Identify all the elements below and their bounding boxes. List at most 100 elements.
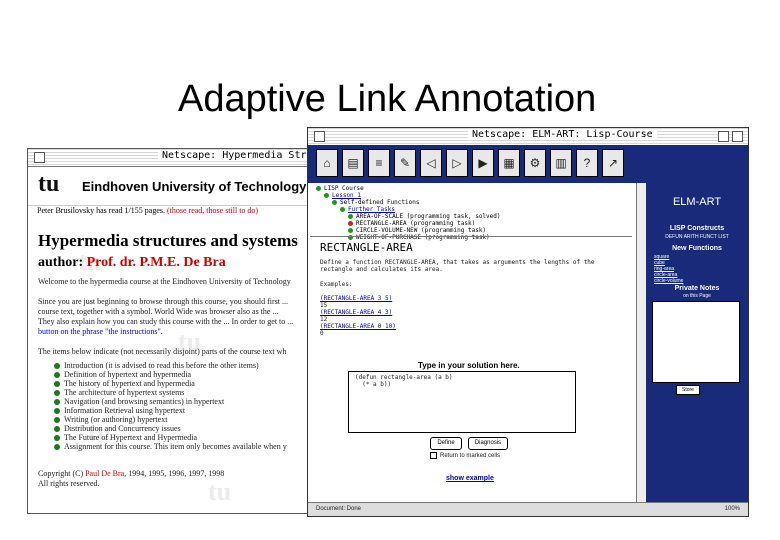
toc-item[interactable]: Assignment for this course. This item on… (54, 442, 287, 451)
author-label: author: (38, 255, 84, 270)
tree-item[interactable]: LISP Course (316, 185, 501, 192)
right-window-title: Netscape: ELM-ART: Lisp-Course (468, 129, 657, 140)
toc-item[interactable]: Information Retrieval using hypertext (54, 406, 287, 415)
pages-read-line: Peter Brusilovsky has read 1/155 pages. … (37, 206, 258, 215)
solution-textarea[interactable]: (defun rectangle-area (a b) (* a b)) (348, 371, 576, 433)
back-icon[interactable]: ◁ (420, 149, 442, 177)
example-result: 0 (320, 330, 324, 337)
store-button[interactable]: Store (676, 385, 700, 395)
exit-icon[interactable]: ↗ (602, 149, 624, 177)
right-titlebar[interactable]: Netscape: ELM-ART: Lisp-Course (308, 128, 748, 146)
tree-item-label: RECTANGLE-AREA (programming task) (356, 220, 476, 227)
tree-item[interactable]: Lesson 1 (316, 192, 501, 199)
toc-item[interactable]: Writing (or authoring) hypertext (54, 415, 287, 424)
tools-icon[interactable]: ⚙ (524, 149, 546, 177)
left-browser-window: Netscape: Hypermedia Structu tu Eindhove… (27, 148, 327, 514)
example-result: 12 (320, 316, 328, 323)
home-icon[interactable]: ⌂ (316, 149, 338, 177)
checkbox[interactable] (430, 452, 437, 459)
example-call: (RECTANGLE-AREA 3 5) (320, 295, 392, 302)
copyright-rights: All rights reserved. (38, 479, 100, 488)
close-box-icon[interactable] (34, 152, 45, 163)
pages-read-links[interactable]: (those read, those still to do) (167, 206, 258, 215)
task-text-line: Define a function RECTANGLE-AREA, that t… (320, 259, 595, 266)
tree-item[interactable]: AREA-OF-SCALE (programming task, solved) (316, 213, 501, 220)
toc-item[interactable]: Introduction (it is advised to read this… (54, 361, 287, 370)
forward-icon[interactable]: ▷ (446, 149, 468, 177)
pages-read-text: Peter Brusilovsky has read 1/155 pages. (37, 206, 165, 215)
example-link[interactable]: (RECTANGLE-AREA 0 10) (320, 323, 396, 330)
diagnosis-button[interactable]: Diagnosis (468, 437, 508, 450)
tree-item-label: Further Tasks (348, 206, 395, 213)
toc-item[interactable]: Definition of hypertext and hypermedia (54, 370, 287, 379)
collapse-box-icon[interactable] (732, 131, 743, 142)
university-name: Eindhoven University of Technology (82, 179, 307, 194)
left-titlebar[interactable]: Netscape: Hypermedia Structu (28, 149, 326, 167)
toc-list: Introduction (it is advised to read this… (54, 361, 287, 451)
author-name[interactable]: Prof. dr. P.M.E. De Bra (87, 255, 226, 270)
toc-item[interactable]: The Future of Hypertext and Hypermedia (54, 433, 287, 442)
document-icon[interactable]: ▦ (498, 149, 520, 177)
author-line: author: Prof. dr. P.M.E. De Bra (38, 255, 226, 271)
book-icon[interactable]: ▤ (342, 149, 364, 177)
university-header: tu Eindhoven University of Technology (28, 167, 326, 206)
private-notes-textarea[interactable] (652, 301, 740, 383)
tu-logo: tu (38, 171, 60, 197)
tree-item[interactable]: Self-defined Functions (316, 199, 501, 206)
green-ball-icon (348, 228, 353, 233)
return-checkbox-row[interactable]: Return to marked cells (430, 452, 500, 459)
zoom-box-icon[interactable] (718, 131, 729, 142)
red-arrow-icon (348, 221, 353, 226)
tree-item[interactable]: Further Tasks (316, 206, 501, 213)
tree-item[interactable]: CIRCLE-VOLUME-NEW (programming task) (316, 227, 501, 234)
toc-item[interactable]: Navigation (and browsing semantics) in h… (54, 397, 287, 406)
instructions-line: button on the phrase "the instructions". (38, 327, 163, 337)
slide-title: Adaptive Link Annotation (178, 78, 597, 120)
toc-item[interactable]: The architecture of hypertext systems (54, 388, 287, 397)
instructions-link[interactable]: button on the phrase "the instructions". (38, 327, 163, 336)
copyright: Copyright (C) Paul De Bra, 1994, 1995, 1… (38, 469, 225, 488)
status-percent: 100% (724, 506, 740, 512)
example-result: 15 (320, 302, 328, 309)
page-heading: Hypermedia structures and systems (38, 231, 298, 250)
tree-item-label: CIRCLE-VOLUME-NEW (programming task) (356, 227, 487, 234)
intro-paragraph-line: Since you are just beginning to browse t… (38, 297, 288, 306)
list-icon[interactable]: ≡ (368, 149, 390, 177)
info-icon[interactable]: ▥ (550, 149, 572, 177)
example-call: (RECTANGLE-AREA 4 3) (320, 309, 392, 316)
close-box-icon[interactable] (314, 131, 325, 142)
divider (310, 236, 632, 237)
toc-intro-line: The items below indicate (not necessaril… (38, 347, 287, 356)
intro-paragraph-line: course text, together with a symbol. Wor… (38, 307, 279, 316)
new-function-link[interactable]: circle-volume (654, 278, 744, 284)
welcome-paragraph: Welcome to the hypermedia course at the … (38, 277, 291, 286)
tree-item-label: LISP Course (324, 185, 364, 192)
elm-art-toolbar: ⌂ ▤ ≡ ✎ ◁ ▷ ▶ ▦ ⚙ ▥ ? ↗ (308, 145, 748, 184)
tree-item[interactable]: RECTANGLE-AREA (programming task) (316, 220, 501, 227)
help-icon[interactable]: ? (576, 149, 598, 177)
tree-item-label: Lesson 1 (332, 192, 361, 199)
elm-art-logo: ELM-ART (672, 196, 722, 208)
example-link[interactable]: (RECTANGLE-AREA 3 5) (320, 295, 392, 302)
status-bar: Document: Done 100% (308, 502, 748, 516)
new-functions-heading: New Functions (672, 245, 722, 252)
elm-art-sidebar: ELM-ART LISP Constructs DEFUN ARITH FUNC… (646, 183, 748, 502)
tree-item-label: Self-defined Functions (340, 199, 420, 206)
define-button[interactable]: Define (430, 437, 462, 450)
example-link[interactable]: (RECTANGLE-AREA 4 3) (320, 309, 392, 316)
copyright-name[interactable]: Paul De Bra (85, 469, 124, 478)
course-tree: LISP Course Lesson 1 Self-defined Functi… (316, 185, 501, 241)
solution-label: Type in your solution here. (418, 361, 520, 370)
private-notes-sub: on this Page (683, 293, 711, 299)
green-ball-icon (340, 207, 345, 212)
show-example-link[interactable]: show example (446, 475, 494, 482)
notes-icon[interactable]: ✎ (394, 149, 416, 177)
copyright-years: 1994, 1995, 1996, 1997, 1998 (128, 469, 225, 478)
left-page-body: tu tu tu tu Hypermedia structures and sy… (28, 217, 326, 513)
toc-item[interactable]: The history of hypertext and hypermedia (54, 379, 287, 388)
lisp-constructs-items[interactable]: DEFUN ARITH FUNCT LIST (646, 234, 748, 240)
toc-item[interactable]: Distribution and Concurrency issues (54, 424, 287, 433)
lesson-content: LISP Course Lesson 1 Self-defined Functi… (308, 183, 636, 502)
next-icon[interactable]: ▶ (472, 149, 494, 177)
status-text: Document: Done (316, 506, 362, 512)
